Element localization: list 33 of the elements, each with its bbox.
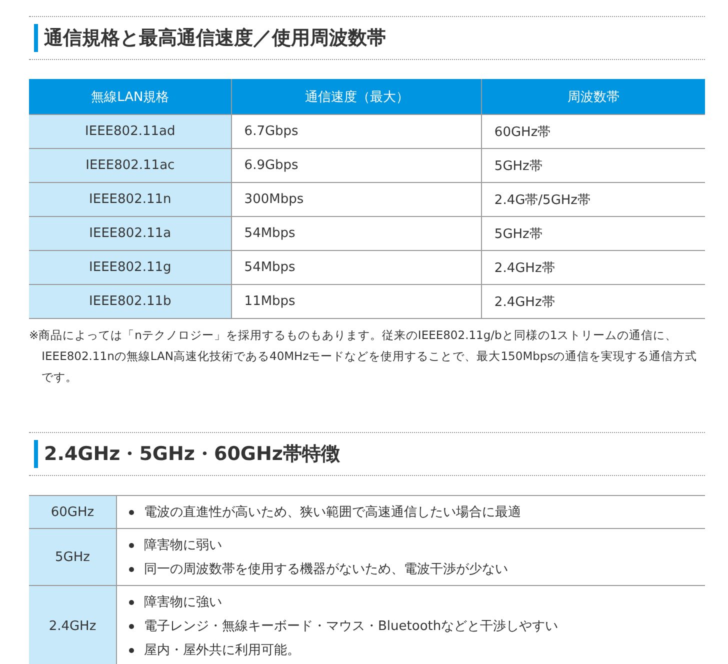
- table-cell: IEEE802.11ac: [29, 148, 232, 182]
- table-cell: 6.9Gbps: [232, 148, 482, 182]
- table-cell: 300Mbps: [232, 182, 482, 216]
- table-cell: IEEE802.11b: [29, 284, 232, 318]
- feature-text: 障害物に強い: [144, 594, 222, 611]
- bullet-icon: [129, 648, 134, 652]
- footnote: ※商品によっては「nテクノロジー」を採用するものもあります。従来のIEEE802.11g/bと同様の1ストリームの通信に、IEEE802.11nの無線LAN高速化技術である40MHzモードなどを使用することで、最大150Mbpsの通信を実現する通信方式です。: [29, 327, 698, 386]
- feature-text: 電子レンジ・無線キーボード・マウス・Bluetoothなどと干渉しやすい: [144, 618, 558, 635]
- bullet-icon: [129, 600, 134, 604]
- table-cell: 5GHz: [29, 528, 116, 586]
- feature-text: 同一の周波数帯を使用する機器がないため、電波干渉が少ない: [144, 561, 508, 578]
- column-header: 周波数帯: [482, 79, 705, 114]
- column-header: 通信速度（最大）: [232, 79, 482, 114]
- table-cell: 6.7Gbps: [232, 114, 482, 148]
- table-cell: IEEE802.11a: [29, 216, 232, 250]
- table-cell: 54Mbps: [232, 216, 482, 250]
- bullet-icon: [129, 542, 134, 548]
- column-header: 無線LAN規格: [29, 79, 232, 114]
- bullet-icon: [129, 510, 134, 514]
- table-cell: 54Mbps: [232, 250, 482, 284]
- feature-text: 屋内・屋外共に利用可能。: [144, 642, 300, 659]
- feature-text: 障害物に弱い: [144, 537, 222, 554]
- section-heading: 通信規格と最高通信速度／使用周波数帯: [34, 24, 705, 52]
- bullet-icon: [129, 566, 134, 572]
- table-cell: 2.4GHz: [29, 586, 116, 664]
- table-cell: IEEE802.11n: [29, 182, 232, 216]
- table-cell: 11Mbps: [232, 284, 482, 318]
- table-cell: 60GHz: [29, 496, 116, 528]
- section-heading: 2.4GHz・5GHz・60GHz帯特徴: [34, 440, 705, 468]
- feature-text: 電波の直進性が高いため、狭い範囲で高速通信したい場合に最適: [144, 504, 521, 521]
- table-cell: IEEE802.11g: [29, 250, 232, 284]
- bullet-icon: [129, 624, 134, 628]
- table-cell: IEEE802.11ad: [29, 114, 232, 148]
